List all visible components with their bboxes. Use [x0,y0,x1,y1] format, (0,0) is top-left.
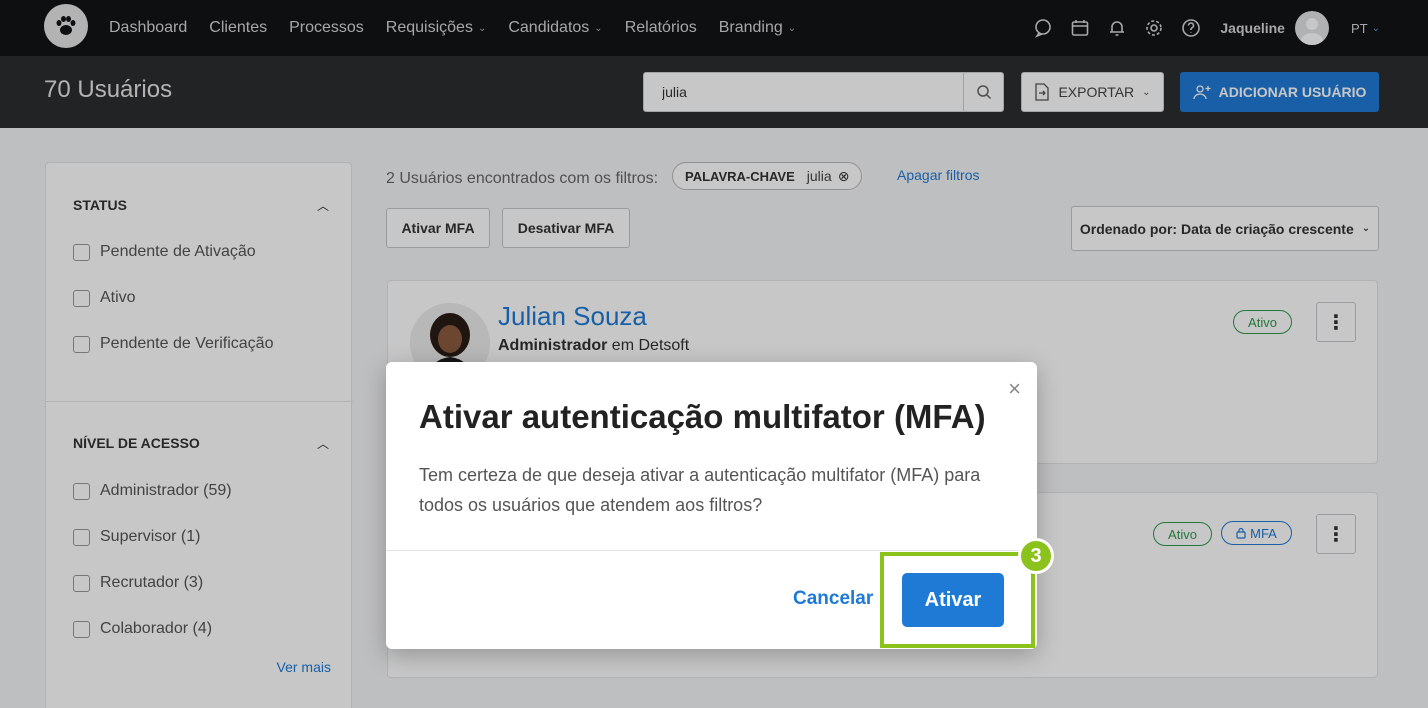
dialog-title: Ativar autenticação multifator (MFA) [419,398,986,435]
dialog-message: Tem certeza de que deseja ativar a auten… [419,465,981,515]
step-highlight-box [880,552,1035,648]
cancel-button[interactable]: Cancelar [793,588,873,610]
divider [386,550,1037,551]
step-number-badge: 3 [1018,538,1054,574]
close-icon[interactable]: × [1008,378,1021,400]
